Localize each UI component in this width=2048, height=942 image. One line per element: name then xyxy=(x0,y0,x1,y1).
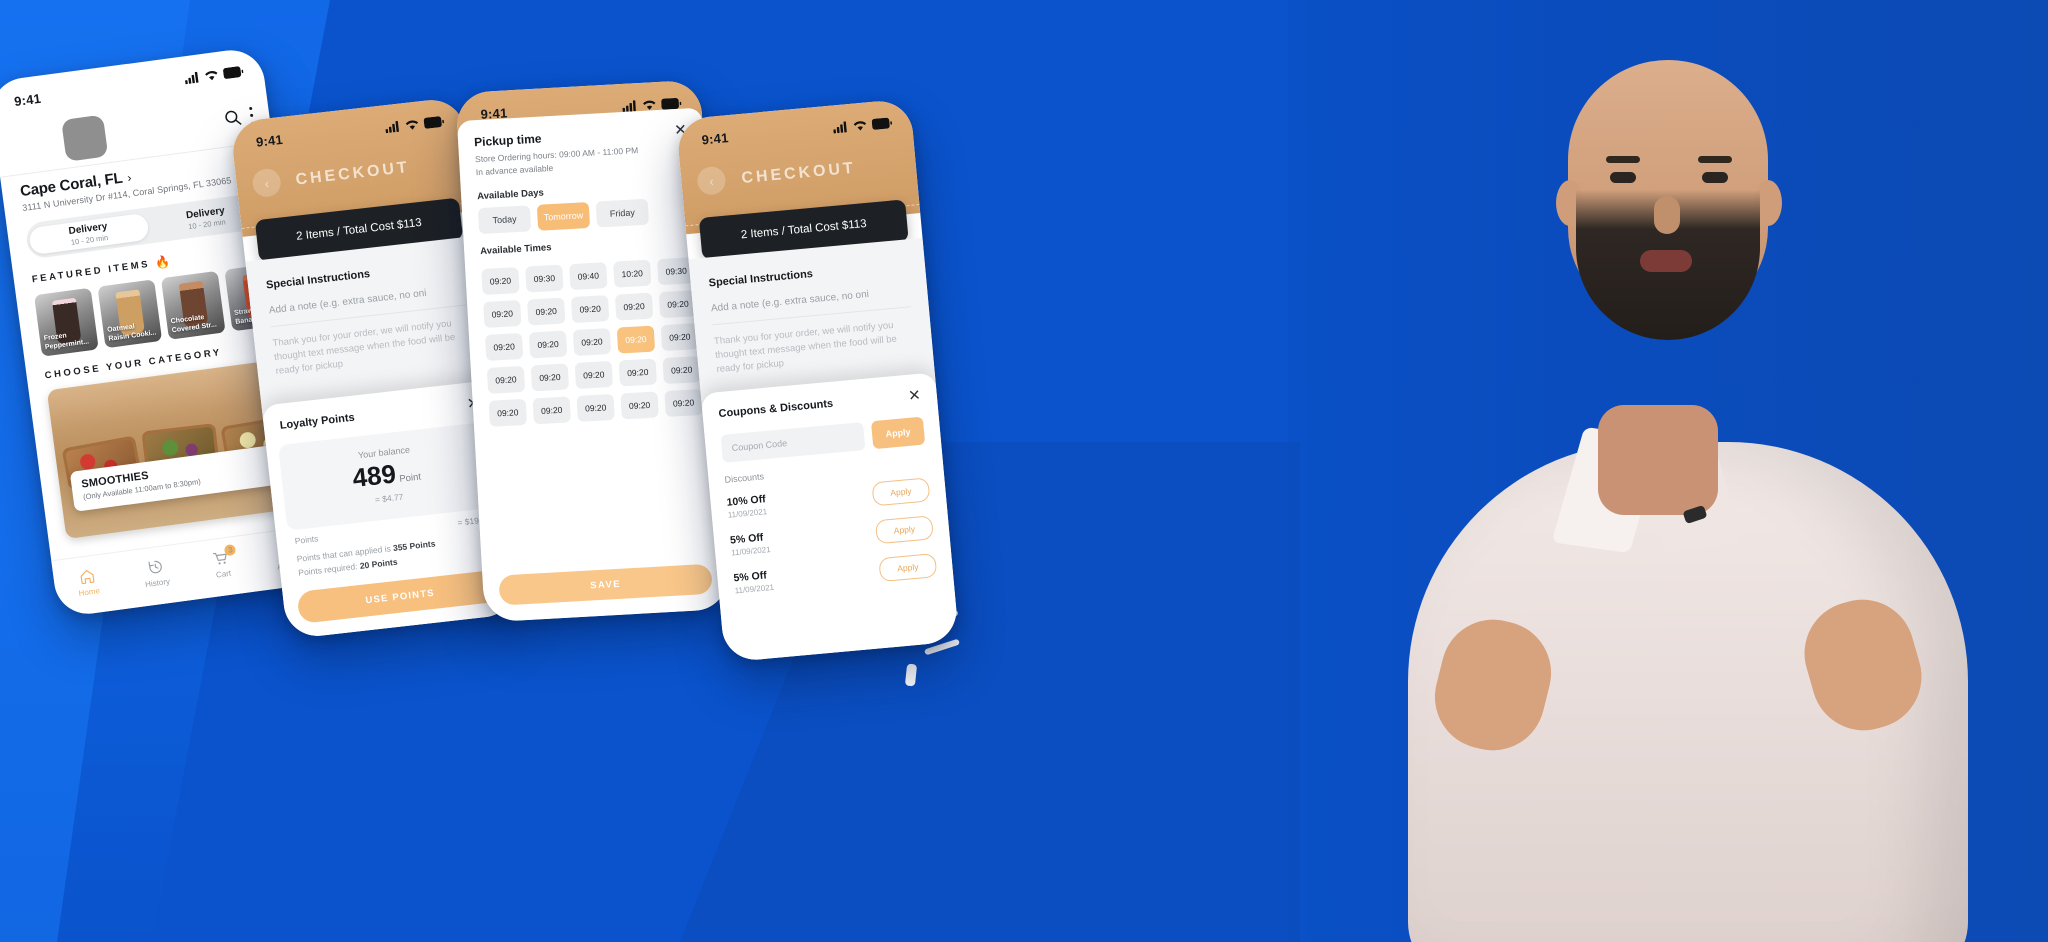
history-icon xyxy=(148,560,162,574)
presenter-neck xyxy=(1598,405,1718,515)
home-icon xyxy=(80,570,95,585)
coupon-apply-action[interactable]: Apply xyxy=(874,515,934,545)
featured-item-card[interactable]: Frozen Peppermint... xyxy=(34,287,99,357)
time-slot[interactable]: 09:40 xyxy=(569,262,608,291)
wifi-icon xyxy=(643,100,656,110)
tab-label: History xyxy=(144,576,171,590)
points-row-label: Points xyxy=(294,533,319,546)
coupon-name: 10% Off xyxy=(726,492,767,509)
signal-icon xyxy=(385,120,399,133)
coupon-info: 10% Off 11/09/2021 xyxy=(726,493,767,519)
use-points-button[interactable]: USE POINTS xyxy=(296,569,504,624)
segment-delivery-primary[interactable]: Delivery 10 - 20 min xyxy=(28,212,150,255)
time-slot[interactable]: 09:20 xyxy=(527,297,566,326)
time-slot[interactable]: 09:20 xyxy=(530,363,570,392)
coupon-apply-action[interactable]: Apply xyxy=(871,477,931,507)
time-slot[interactable]: 09:20 xyxy=(576,393,615,422)
app-logo xyxy=(61,114,109,162)
status-icons xyxy=(385,115,445,133)
presenter-eye-left xyxy=(1610,172,1636,183)
time-slot-grid: 09:20 09:30 09:40 10:20 09:30 09:20 09:20 09:20… xyxy=(465,250,719,427)
presenter-brow-right xyxy=(1698,156,1732,163)
time-slot[interactable]: 10:20 xyxy=(613,259,652,288)
sheet-title: Pickup time xyxy=(473,131,542,149)
time-slot[interactable]: 09:20 xyxy=(483,299,522,328)
signal-icon xyxy=(622,99,636,112)
sheet-title: Coupons & Discounts xyxy=(718,397,834,420)
time-slot[interactable]: 09:20 xyxy=(662,356,701,385)
coupon-date: 11/09/2021 xyxy=(730,544,771,558)
coupon-info: 5% Off 11/09/2021 xyxy=(730,531,771,557)
coupon-apply-action[interactable]: Apply xyxy=(878,553,938,583)
time-slot[interactable]: 09:20 xyxy=(614,292,654,321)
coupon-date: 11/09/2021 xyxy=(734,582,775,595)
balance-unit: Point xyxy=(398,471,422,485)
presenter xyxy=(1268,0,2048,942)
time-slot[interactable]: 09:20 xyxy=(620,391,659,420)
battery-icon xyxy=(871,117,892,130)
signal-icon xyxy=(184,71,199,84)
status-time: 9:41 xyxy=(13,90,42,109)
tab-label: Cart xyxy=(215,568,232,580)
tab-cart[interactable]: 3 Cart xyxy=(212,543,237,580)
featured-heading-label: FEATURED ITEMS xyxy=(31,258,151,285)
status-time: 9:41 xyxy=(255,131,284,150)
day-chip[interactable]: Today xyxy=(477,205,532,235)
time-slot[interactable]: 09:20 xyxy=(660,323,700,352)
time-slot[interactable]: 09:20 xyxy=(481,267,520,296)
chevron-right-icon: › xyxy=(126,169,133,185)
coupon-name: 5% Off xyxy=(733,568,768,584)
time-slot[interactable]: 09:20 xyxy=(484,332,524,361)
cart-badge: 3 xyxy=(224,543,237,557)
battery-icon xyxy=(222,65,244,79)
save-button[interactable]: SAVE xyxy=(498,563,713,606)
presenter-nose xyxy=(1654,196,1680,234)
coupon-apply-button[interactable]: Apply xyxy=(870,416,926,450)
points-required-value: 20 Points xyxy=(359,556,399,571)
featured-item-card[interactable]: Chocolate Covered Str... xyxy=(160,270,226,340)
time-slot[interactable]: 09:20 xyxy=(574,360,614,389)
phone-coupons: 9:41 ‹ CHECKOUT 2 Items / Total Cost $11… xyxy=(675,98,960,663)
time-slot[interactable]: 09:20 xyxy=(532,396,571,425)
time-slot-selected[interactable]: 09:20 xyxy=(616,325,656,354)
status-icons xyxy=(184,65,244,84)
coupon-info: 5% Off 11/09/2021 xyxy=(733,568,775,595)
coupons-sheet: Coupons & Discounts ✕ Coupon Code Apply … xyxy=(700,372,960,663)
wifi-icon xyxy=(405,119,419,130)
signal-icon xyxy=(833,120,847,133)
battery-icon xyxy=(423,115,444,129)
time-slot[interactable]: 09:20 xyxy=(528,330,568,359)
featured-item-name: Chocolate Covered Str... xyxy=(170,313,218,334)
close-icon[interactable]: ✕ xyxy=(907,387,921,405)
time-slot[interactable]: 09:20 xyxy=(570,295,610,324)
presenter-mouth xyxy=(1640,250,1692,272)
balance-value: 489 xyxy=(350,458,398,494)
time-slot[interactable]: 09:20 xyxy=(618,358,657,387)
time-slot[interactable]: 09:20 xyxy=(572,328,612,357)
day-chip-selected[interactable]: Tomorrow xyxy=(536,201,591,231)
battery-icon xyxy=(661,97,682,110)
featured-item-card[interactable]: Oatmeal Raisin Cooki... xyxy=(97,279,163,349)
scene: 9:41 Cape Coral, FL › 3111 N University … xyxy=(0,0,2048,942)
featured-item-name: Frozen Peppermint... xyxy=(43,332,90,351)
coupon-name: 5% Off xyxy=(729,531,764,547)
time-slot[interactable]: 09:20 xyxy=(488,398,528,427)
wifi-icon xyxy=(205,70,218,80)
sheet-title: Loyalty Points xyxy=(279,411,356,432)
wifi-icon xyxy=(853,120,867,130)
time-slot[interactable]: 09:20 xyxy=(664,388,703,418)
presenter-brow-left xyxy=(1606,156,1640,163)
tab-history[interactable]: History xyxy=(142,557,171,590)
status-time: 9:41 xyxy=(701,129,730,147)
day-chip[interactable]: Friday xyxy=(595,198,650,228)
time-slot[interactable]: 09:20 xyxy=(486,365,526,394)
flame-icon: 🔥 xyxy=(154,253,174,270)
coupon-date: 11/09/2021 xyxy=(727,506,768,520)
tab-label: Home xyxy=(78,586,101,598)
time-slot[interactable]: 09:30 xyxy=(525,264,564,293)
tab-home[interactable]: Home xyxy=(75,566,100,598)
status-icons xyxy=(833,117,893,133)
featured-item-name: Oatmeal Raisin Cooki... xyxy=(106,323,157,343)
presenter-eye-right xyxy=(1702,172,1728,183)
